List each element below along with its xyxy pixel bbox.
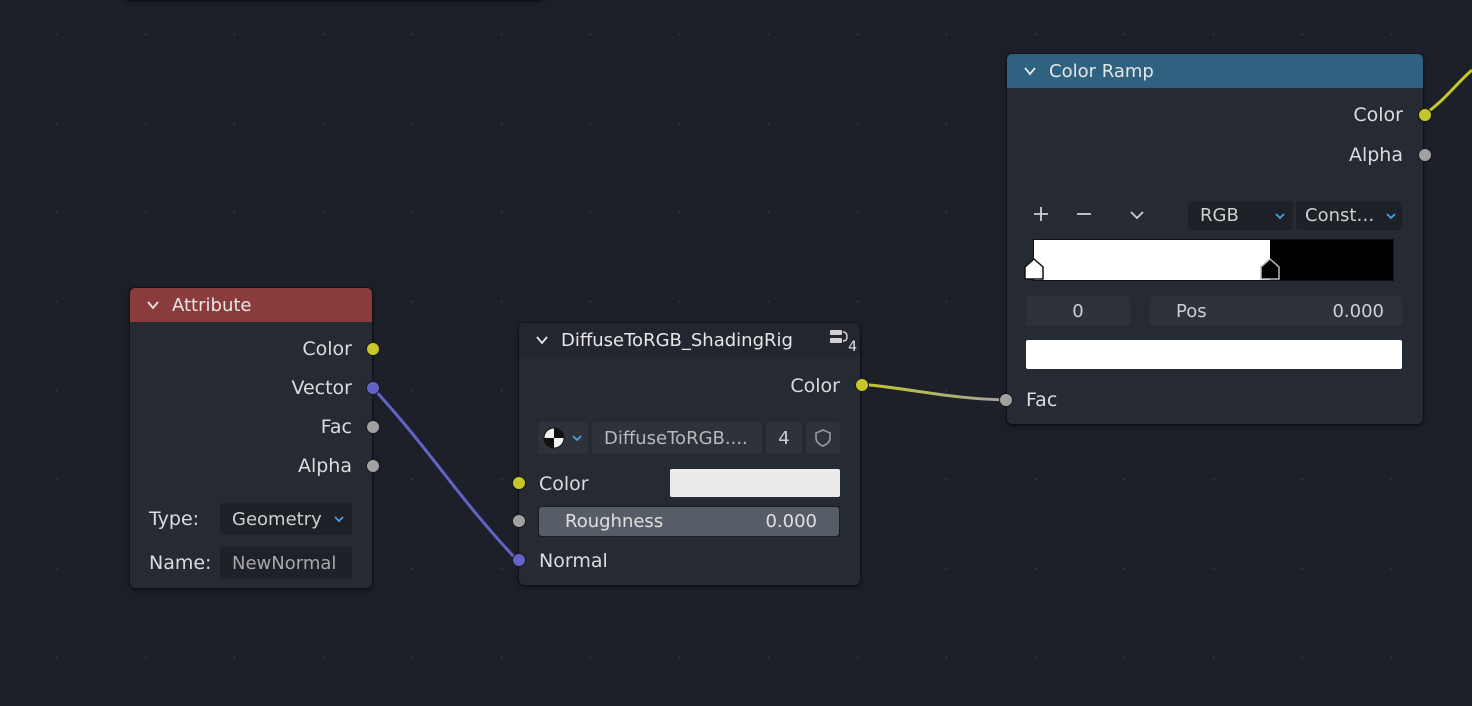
node-tree-name: DiffuseToRGB.... [604, 427, 748, 449]
collapse-chevron-icon[interactable] [535, 333, 549, 347]
add-stop-icon[interactable] [1033, 206, 1049, 222]
input-socket-color[interactable] [512, 476, 526, 490]
input-color-swatch[interactable] [670, 469, 840, 497]
shield-icon [815, 429, 831, 447]
ramp-menu-chevron-icon[interactable] [1129, 207, 1145, 223]
output-socket-alpha[interactable] [366, 459, 380, 473]
group-node[interactable]: DiffuseToRGB_ShadingRig 4 Color DiffuseT… [512, 323, 869, 585]
dropdown-arrow-icon [1275, 212, 1285, 219]
remove-stop-icon[interactable] [1076, 206, 1092, 222]
collapse-chevron-icon[interactable] [1023, 64, 1037, 78]
color-ramp-node[interactable]: Color Ramp Color Alpha RGB Const… 0 Pos … [999, 54, 1432, 424]
output-socket-color[interactable] [1418, 108, 1432, 122]
output-label-alpha: Alpha [1348, 144, 1403, 166]
color-stop-handle-1[interactable] [1259, 258, 1281, 280]
output-label-color: Color [302, 338, 352, 360]
input-label-color: Color [539, 473, 589, 495]
color-stop-handle-0[interactable] [1023, 258, 1045, 280]
ramp-segment-white [1034, 240, 1270, 280]
stop-color-swatch[interactable] [1026, 340, 1402, 369]
input-socket-normal[interactable] [512, 553, 526, 567]
attribute-node-header[interactable]: Attribute [130, 288, 372, 322]
name-label: Name: [149, 552, 212, 574]
roughness-value: 0.000 [765, 511, 817, 532]
color-ramp-title: Color Ramp [1049, 60, 1154, 82]
roughness-label: Roughness [565, 511, 664, 532]
output-socket-color[interactable] [855, 378, 869, 392]
type-dropdown[interactable]: Geometry [220, 503, 352, 535]
color-mode-dropdown[interactable]: RGB [1188, 201, 1293, 230]
stop-position-value: 0.000 [1332, 300, 1384, 322]
name-input[interactable]: NewNormal [220, 547, 352, 579]
output-socket-color[interactable] [366, 342, 380, 356]
active-stop-index-value: 0 [1072, 300, 1084, 322]
group-node-title: DiffuseToRGB_ShadingRig [561, 329, 793, 351]
node-tree-users-field[interactable]: 4 [766, 422, 802, 454]
input-socket-fac[interactable] [999, 393, 1013, 407]
interpolation-value: Const… [1305, 205, 1375, 226]
output-label-fac: Fac [320, 416, 352, 438]
output-label-alpha: Alpha [297, 455, 352, 477]
input-label-normal: Normal [539, 550, 608, 572]
node-tree-users: 4 [778, 427, 790, 449]
link-color-to-fac[interactable] [860, 382, 1006, 402]
output-label-color: Color [790, 375, 840, 397]
collapse-chevron-icon[interactable] [146, 298, 160, 312]
fake-user-button[interactable] [806, 422, 840, 454]
attribute-node[interactable]: Attribute Color Vector Fac Alpha Type: G… [130, 288, 380, 588]
type-dropdown-value: Geometry [232, 508, 322, 530]
input-socket-roughness[interactable] [512, 514, 526, 528]
dropdown-arrow-icon [1386, 212, 1396, 219]
output-label-color: Color [1353, 104, 1403, 126]
output-socket-vector[interactable] [366, 381, 380, 395]
group-node-header[interactable]: DiffuseToRGB_ShadingRig 4 [519, 323, 860, 357]
output-socket-fac[interactable] [366, 420, 380, 434]
attribute-node-title: Attribute [172, 294, 252, 316]
name-input-value: NewNormal [232, 552, 337, 574]
color-ramp-gradient[interactable] [1024, 239, 1394, 281]
node-tree-browse-button[interactable] [538, 422, 588, 454]
group-user-count: 4 [848, 339, 857, 355]
active-stop-index[interactable]: 0 [1026, 296, 1130, 326]
stop-position-label: Pos [1176, 300, 1207, 322]
output-label-vector: Vector [291, 377, 352, 399]
input-label-fac: Fac [1026, 389, 1058, 411]
dropdown-arrow-icon [334, 516, 344, 523]
link-ramp-color-out[interactable] [1424, 68, 1472, 116]
link-vector-to-normal[interactable] [371, 386, 519, 562]
dropdown-arrow-icon [572, 435, 582, 442]
node-tree-icon [543, 427, 565, 449]
output-socket-alpha[interactable] [1418, 148, 1432, 162]
stop-position-field[interactable]: Pos 0.000 [1150, 296, 1402, 326]
node-tree-name-field[interactable]: DiffuseToRGB.... [592, 422, 762, 454]
interpolation-dropdown[interactable]: Const… [1296, 201, 1402, 230]
color-ramp-header[interactable]: Color Ramp [1007, 54, 1423, 88]
type-label: Type: [149, 508, 200, 530]
node-group-icon [830, 330, 848, 343]
roughness-slider[interactable]: Roughness 0.000 [538, 506, 840, 537]
color-mode-value: RGB [1200, 205, 1239, 226]
